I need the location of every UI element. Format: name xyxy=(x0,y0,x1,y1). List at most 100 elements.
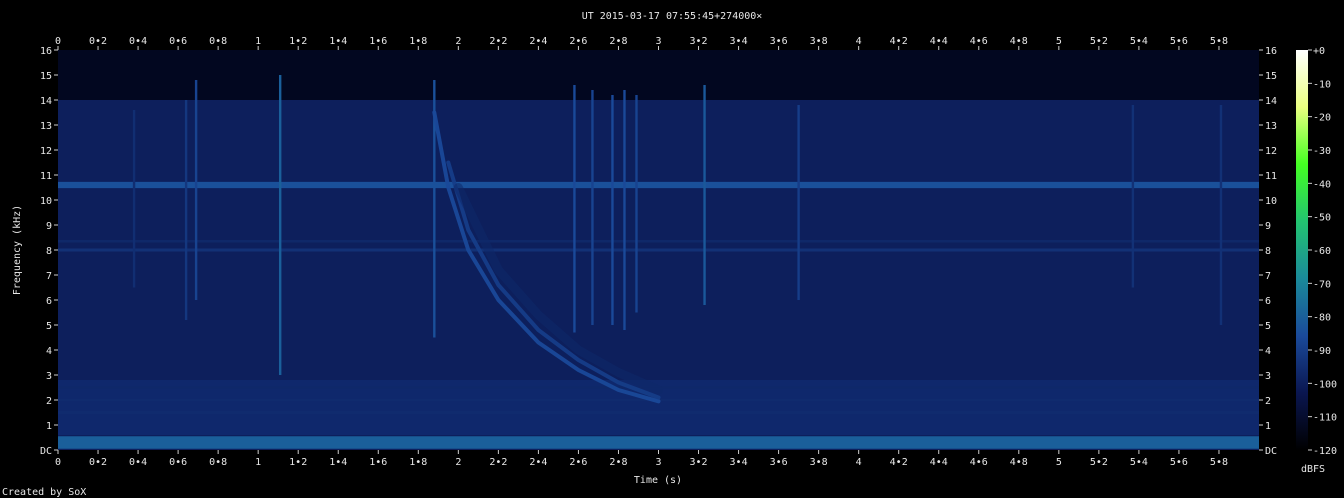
x-tick-label-top: 0•8 xyxy=(209,36,227,47)
colorbar-tick-label: +0 xyxy=(1313,46,1325,57)
x-tick-label-top: 0•6 xyxy=(169,36,187,47)
colorbar-tick-label: -120 xyxy=(1313,446,1337,457)
chart-title: UT 2015-03-17 07:55:45+274000× xyxy=(582,11,763,22)
colorbar-tick-label: -100 xyxy=(1313,379,1337,390)
y-tick-label-left: 1 xyxy=(46,421,52,432)
y-tick-label-right: 13 xyxy=(1265,121,1277,132)
y-tick-label-right: 14 xyxy=(1265,96,1277,107)
y-tick-label-left: 3 xyxy=(46,371,52,382)
x-axis-label: Time (s) xyxy=(634,475,682,486)
x-tick-label-bottom: 2•6 xyxy=(569,457,587,468)
y-tick-label-left: 16 xyxy=(40,46,52,57)
x-tick-label-bottom: 3•2 xyxy=(690,457,708,468)
x-tick-label-bottom: 1•4 xyxy=(329,457,347,468)
x-axis-top: 0 0•2 0•4 0•6 0•8 1 1•2 1•4 1•6 1•8 2 2•2 2•4 2•6 2•8 3… xyxy=(55,36,1228,50)
colorbar-tick-label: -90 xyxy=(1313,346,1331,357)
x-tick-label-bottom: 0•8 xyxy=(209,457,227,468)
x-tick-label-bottom: 3•8 xyxy=(810,457,828,468)
x-tick-label-top: 4•4 xyxy=(930,36,948,47)
x-tick-label-top: 4 xyxy=(856,36,862,47)
colorbar-ticks: +0 -10 -20 -30 -40 -50 -60 -70 -80 -90 -100 -110 -12… xyxy=(1308,46,1337,457)
y-tick-label-right: 12 xyxy=(1265,146,1277,157)
colorbar-tick-label: -10 xyxy=(1313,79,1331,90)
x-tick-label-top: 4•8 xyxy=(1010,36,1028,47)
x-tick-label-bottom: 4•8 xyxy=(1010,457,1028,468)
colorbar-tick-label: -30 xyxy=(1313,146,1331,157)
x-tick-label-top: 1•4 xyxy=(329,36,347,47)
x-tick-label-bottom: 5•4 xyxy=(1130,457,1148,468)
colorbar-label: dBFS xyxy=(1301,464,1325,475)
y-tick-label-right: 1 xyxy=(1265,421,1271,432)
x-tick-label-top: 2•2 xyxy=(489,36,507,47)
y-tick-label-right: 8 xyxy=(1265,246,1271,257)
y-tick-label-right: 2 xyxy=(1265,396,1271,407)
x-tick-label-top: 3•2 xyxy=(690,36,708,47)
footer-credit: Created by SoX xyxy=(2,487,86,498)
colorbar-tick-label: -110 xyxy=(1313,413,1337,424)
x-tick-label-top: 5 xyxy=(1056,36,1062,47)
colorbar: +0 -10 -20 -30 -40 -50 -60 -70 -80 -90 -100 -110 -12… xyxy=(1296,46,1337,475)
x-tick-label-bottom: 3•6 xyxy=(770,457,788,468)
x-tick-label-bottom: 1•8 xyxy=(409,457,427,468)
x-tick-label-bottom: 3 xyxy=(655,457,661,468)
y-tick-label-right: 5 xyxy=(1265,321,1271,332)
x-tick-label-bottom: 3•4 xyxy=(730,457,748,468)
y-tick-label-left: 12 xyxy=(40,146,52,157)
x-tick-label-top: 5•8 xyxy=(1210,36,1228,47)
horizontal-band xyxy=(58,240,1259,243)
y-tick-label-right: 11 xyxy=(1265,171,1277,182)
x-tick-label-bottom: 0•4 xyxy=(129,457,147,468)
y-tick-label-right: 9 xyxy=(1265,221,1271,232)
x-tick-label-top: 5•4 xyxy=(1130,36,1148,47)
y-tick-label-left: 7 xyxy=(46,271,52,282)
x-tick-label-top: 2•6 xyxy=(569,36,587,47)
y-tick-label-left: 6 xyxy=(46,296,52,307)
horizontal-band xyxy=(58,181,1259,189)
y-tick-label-right: 3 xyxy=(1265,371,1271,382)
x-tick-label-bottom: 4 xyxy=(856,457,862,468)
x-tick-label-top: 0•4 xyxy=(129,36,147,47)
y-axis-right: DC12345678910111213141516 xyxy=(1259,46,1277,457)
y-tick-label-right: 15 xyxy=(1265,71,1277,82)
x-tick-label-bottom: 5•2 xyxy=(1090,457,1108,468)
x-tick-label-top: 0 xyxy=(55,36,61,47)
x-tick-label-bottom: 2•8 xyxy=(609,457,627,468)
colorbar-gradient xyxy=(1296,50,1308,450)
y-axis-left: DC12345678910111213141516 xyxy=(40,46,58,457)
x-tick-label-top: 2•8 xyxy=(609,36,627,47)
x-tick-label-top: 5•2 xyxy=(1090,36,1108,47)
x-tick-label-top: 3 xyxy=(655,36,661,47)
x-tick-label-top: 3•8 xyxy=(810,36,828,47)
horizontal-band xyxy=(58,436,1259,449)
x-tick-label-top: 3•6 xyxy=(770,36,788,47)
x-tick-label-bottom: 1•6 xyxy=(369,457,387,468)
x-tick-label-top: 1 xyxy=(255,36,261,47)
y-tick-label-left: 13 xyxy=(40,121,52,132)
x-tick-label-bottom: 5 xyxy=(1056,457,1062,468)
x-tick-label-top: 2•4 xyxy=(529,36,547,47)
y-tick-label-left: 2 xyxy=(46,396,52,407)
y-tick-label-left: 9 xyxy=(46,221,52,232)
x-tick-label-top: 0•2 xyxy=(89,36,107,47)
x-tick-label-bottom: 1•2 xyxy=(289,457,307,468)
x-tick-label-bottom: 5•8 xyxy=(1210,457,1228,468)
x-tick-label-bottom: 2 xyxy=(455,457,461,468)
x-tick-label-bottom: 5•6 xyxy=(1170,457,1188,468)
colorbar-tick-label: -80 xyxy=(1313,313,1331,324)
x-tick-label-bottom: 4•6 xyxy=(970,457,988,468)
y-tick-label-left: 4 xyxy=(46,346,52,357)
y-tick-label-right: 4 xyxy=(1265,346,1271,357)
colorbar-tick-label: -50 xyxy=(1313,213,1331,224)
colorbar-tick-label: -40 xyxy=(1313,179,1331,190)
x-tick-label-top: 1•8 xyxy=(409,36,427,47)
x-tick-label-top: 1•2 xyxy=(289,36,307,47)
y-tick-label-left: DC xyxy=(40,446,52,457)
y-tick-label-left: 10 xyxy=(40,196,52,207)
colorbar-tick-label: -20 xyxy=(1313,113,1331,124)
y-tick-label-left: 14 xyxy=(40,96,52,107)
x-tick-label-bottom: 4•4 xyxy=(930,457,948,468)
y-tick-label-right: 7 xyxy=(1265,271,1271,282)
colorbar-tick-label: -70 xyxy=(1313,279,1331,290)
x-tick-label-top: 2 xyxy=(455,36,461,47)
y-tick-label-right: 16 xyxy=(1265,46,1277,57)
